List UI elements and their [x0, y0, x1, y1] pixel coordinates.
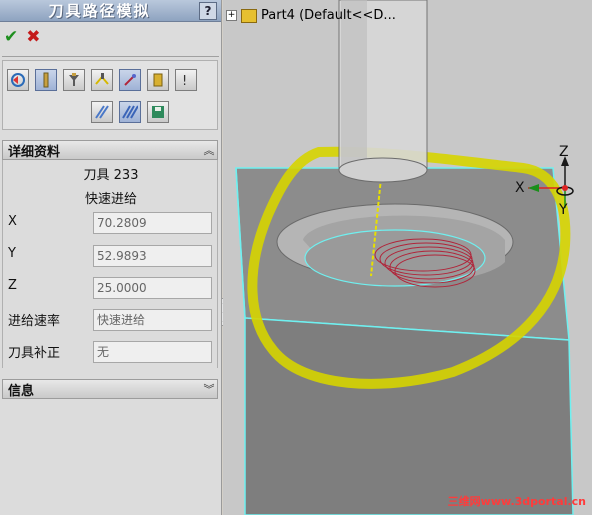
hatch-icon: [95, 105, 109, 119]
stock-button[interactable]: [147, 69, 169, 91]
help-button[interactable]: ?: [199, 1, 217, 20]
rewind-icon: [11, 73, 25, 87]
feed-rate-label: 进给速率: [8, 314, 61, 329]
cancel-cross-icon[interactable]: ✖: [26, 27, 40, 47]
step-button[interactable]: [35, 69, 57, 91]
info-header-label: 信息: [8, 383, 35, 399]
path-trace-button[interactable]: [119, 69, 141, 91]
tool-comp-label: 刀具补正: [8, 346, 61, 361]
toolpath-simulation-panel: 刀具路径模拟 ? ✔ ✖ ! 详细资料 ︽ 刀具 233 快速进给 X 70.2…: [0, 0, 222, 515]
triad-z-label: Z: [559, 144, 569, 160]
y-label: Y: [8, 246, 16, 261]
info-section-header[interactable]: 信息 ︾: [2, 379, 218, 399]
graphics-viewport[interactable]: Z X Y + Part4 (Default<<D... 三维网www.3dpo…: [223, 0, 592, 515]
expand-plus-icon[interactable]: +: [226, 10, 237, 21]
cross-hatch-icon: [122, 105, 138, 119]
ok-check-icon[interactable]: ✔: [4, 27, 18, 47]
fast-play-button[interactable]: [119, 101, 141, 123]
feature-tree-row[interactable]: + Part4 (Default<<D...: [226, 8, 396, 23]
x-label: X: [8, 214, 17, 229]
details-section: 刀具 233 快速进给 X 70.2809 Y 52.9893 Z 25.000…: [2, 160, 218, 368]
stock-icon: [153, 73, 163, 87]
expand-chevron-icon[interactable]: ︾: [201, 381, 217, 397]
model-view: [235, 0, 574, 515]
save-button[interactable]: [147, 101, 169, 123]
watermark: 三维网www.3dportal.cn: [447, 495, 586, 508]
svg-text:!: !: [182, 74, 187, 88]
x-value-field[interactable]: 70.2809: [93, 212, 212, 234]
part-icon: [241, 8, 257, 23]
save-icon: [152, 106, 164, 118]
triad-x-label: X: [515, 180, 525, 196]
z-label: Z: [8, 278, 17, 293]
panel-titlebar: 刀具路径模拟 ?: [0, 0, 221, 22]
tool-step-icon: [43, 72, 49, 88]
trace-icon: [124, 74, 136, 86]
z-value-field[interactable]: 25.0000: [93, 277, 212, 299]
action-bar: ✔ ✖: [0, 22, 221, 52]
simulation-toolbar: !: [2, 60, 218, 130]
y-value-field[interactable]: 52.9893: [93, 245, 212, 267]
tool-tip: [338, 157, 428, 183]
info-button[interactable]: !: [175, 69, 197, 91]
tool-button[interactable]: [63, 69, 85, 91]
triad-y-label: Y: [559, 202, 568, 218]
details-section-header[interactable]: 详细资料 ︽: [2, 140, 218, 160]
tool-shade: [341, 0, 367, 170]
collapse-chevron-icon[interactable]: ︽: [201, 142, 217, 158]
feed-rate-field[interactable]: 快速进给: [93, 309, 212, 331]
tool-name: 刀具 233: [83, 168, 139, 183]
run-button[interactable]: [91, 69, 113, 91]
block-front-face: [244, 317, 574, 515]
tool-path-icon: [95, 73, 109, 85]
motion-mode: 快速进给: [84, 192, 137, 207]
tool-icon: [69, 73, 79, 86]
details-header-label: 详细资料: [8, 144, 61, 160]
question-icon: !: [182, 74, 187, 88]
divider: [2, 56, 219, 57]
play-button[interactable]: [91, 101, 113, 123]
rewind-button[interactable]: [7, 69, 29, 91]
part-label[interactable]: Part4 (Default<<D...: [261, 8, 396, 23]
panel-title: 刀具路径模拟: [48, 2, 151, 20]
tool-comp-field[interactable]: 无: [93, 341, 212, 363]
